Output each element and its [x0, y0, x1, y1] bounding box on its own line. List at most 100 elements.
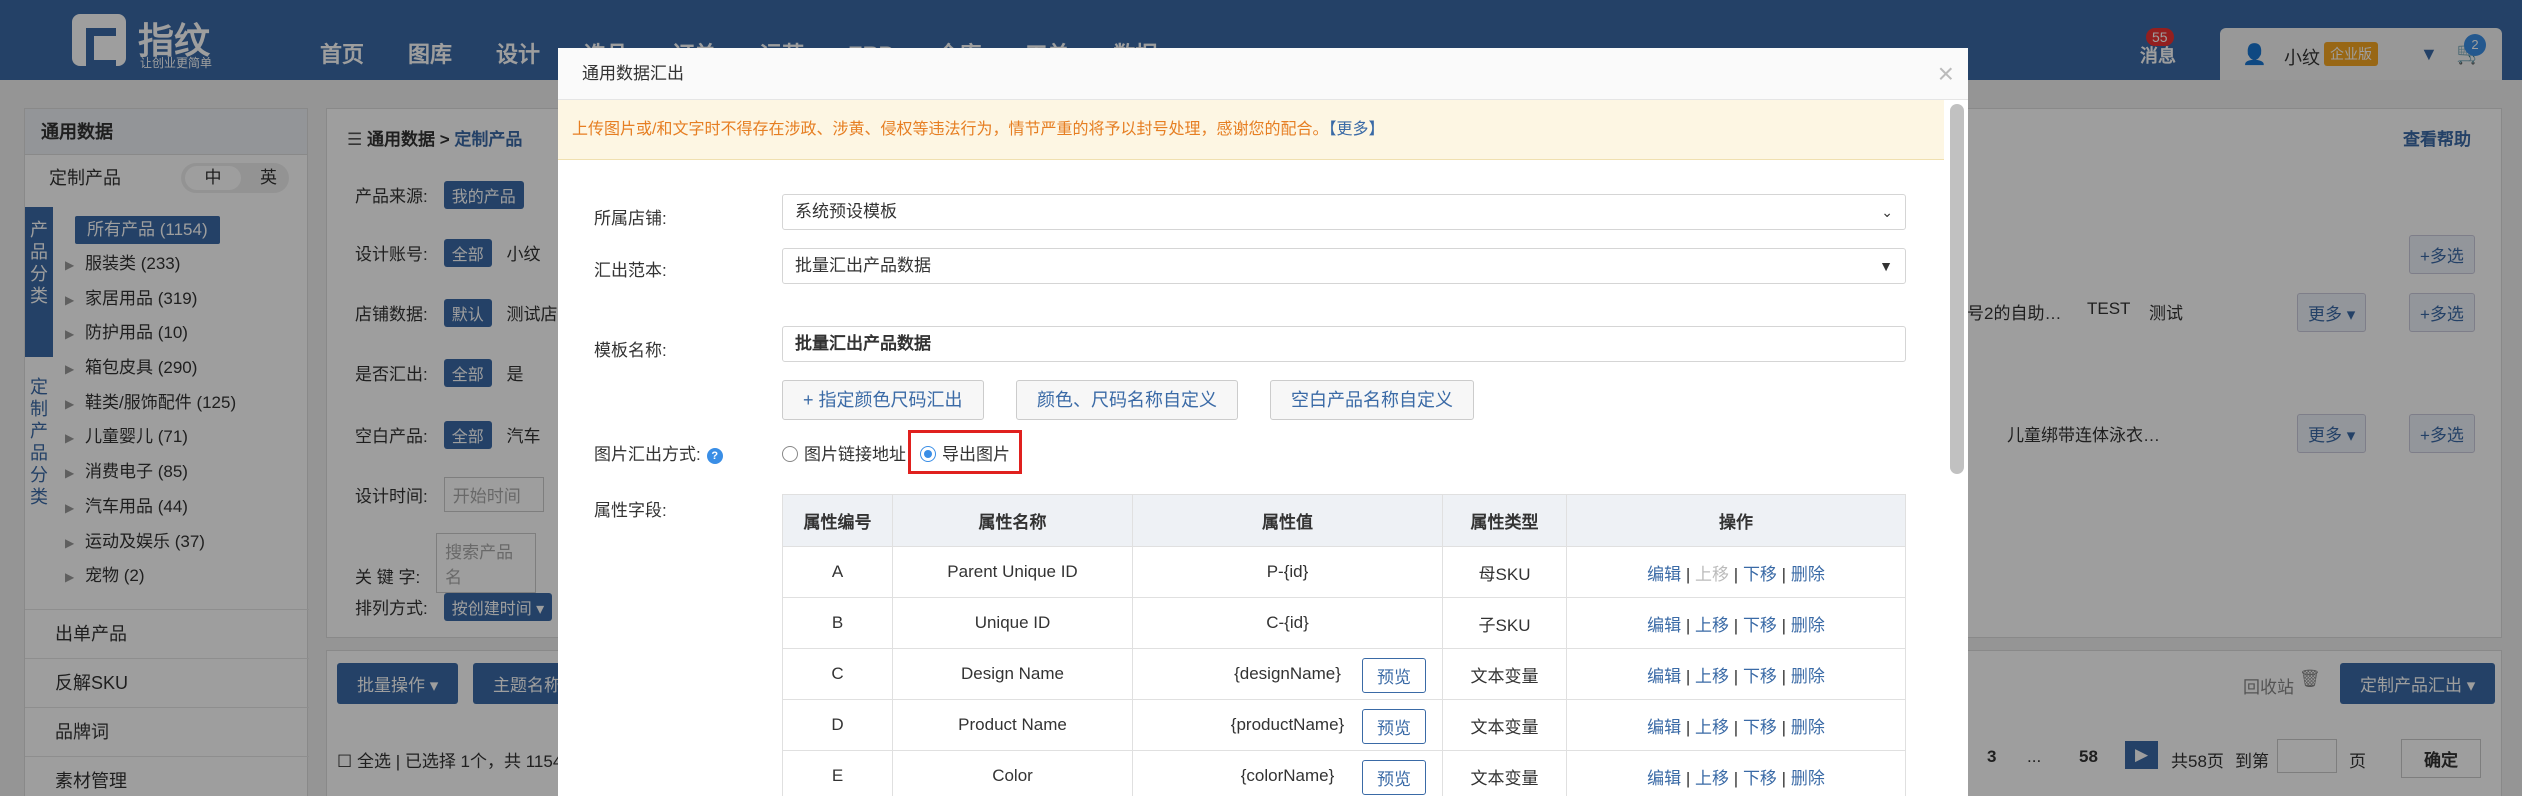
separator: |	[1781, 666, 1787, 686]
edit-link[interactable]: 编辑	[1647, 769, 1681, 788]
separator: |	[1733, 564, 1739, 584]
move-up-link[interactable]: 上移	[1695, 616, 1729, 635]
caret-down-icon: ▼	[1879, 258, 1893, 274]
separator: |	[1685, 666, 1691, 686]
close-icon[interactable]: ×	[1938, 48, 1954, 100]
attr-type: 文本变量	[1442, 750, 1567, 796]
move-down-link[interactable]: 下移	[1743, 718, 1777, 737]
attr-value-text: {colorName}	[1240, 766, 1335, 785]
dialog-title: 通用数据汇出	[582, 64, 684, 83]
attr-type: 母SKU	[1442, 546, 1567, 598]
template-name-label: 模板名称:	[594, 341, 667, 360]
attr-name: Parent Unique ID	[892, 546, 1133, 598]
attr-value: {productName} 预览	[1132, 699, 1443, 751]
specify-color-size-button[interactable]: + 指定颜色尺码汇出	[782, 380, 984, 420]
separator: |	[1733, 717, 1739, 737]
store-select-value: 系统预设模板	[795, 202, 897, 221]
chevron-down-icon: ⌄	[1881, 204, 1893, 220]
separator: |	[1685, 564, 1691, 584]
row-actions: 编辑 | 上移 | 下移 | 删除	[1566, 546, 1906, 598]
separator: |	[1733, 666, 1739, 686]
delete-link[interactable]: 删除	[1791, 616, 1825, 635]
attr-id: E	[782, 750, 893, 796]
preview-button[interactable]: 预览	[1362, 658, 1426, 693]
attr-type: 子SKU	[1442, 597, 1567, 649]
col-header: 属性值	[1132, 494, 1443, 547]
edit-link[interactable]: 编辑	[1647, 565, 1681, 584]
store-label: 所属店铺:	[594, 209, 667, 228]
row-actions: 编辑 | 上移 | 下移 | 删除	[1566, 648, 1906, 700]
attr-type: 文本变量	[1442, 699, 1567, 751]
move-up-link[interactable]: 上移	[1695, 769, 1729, 788]
attr-type: 文本变量	[1442, 648, 1567, 700]
image-export-label: 图片汇出方式:?	[594, 440, 723, 465]
table-row: C Design Name {designName} 预览 文本变量 编辑 | 上…	[782, 648, 1906, 700]
attr-value: {colorName} 预览	[1132, 750, 1443, 796]
attr-value: P-{id}	[1132, 546, 1443, 598]
separator: |	[1733, 615, 1739, 635]
attr-name: Color	[892, 750, 1133, 796]
move-up-link[interactable]: 上移	[1695, 667, 1729, 686]
attr-id: A	[782, 546, 893, 598]
separator: |	[1781, 768, 1787, 788]
preview-button[interactable]: 预览	[1362, 760, 1426, 795]
template-name-input[interactable]: 批量汇出产品数据	[782, 326, 1906, 362]
delete-link[interactable]: 删除	[1791, 565, 1825, 584]
attr-name: Unique ID	[892, 597, 1133, 649]
warning-more-link[interactable]: 【更多】	[1328, 121, 1384, 138]
col-header: 属性名称	[892, 494, 1133, 547]
range-select[interactable]: 批量汇出产品数据 ▼	[782, 248, 1906, 284]
highlight-box	[908, 430, 1022, 474]
separator: |	[1685, 768, 1691, 788]
separator: |	[1781, 615, 1787, 635]
attr-value-text: {productName}	[1230, 715, 1345, 734]
dialog-scrollbar[interactable]	[1950, 104, 1964, 474]
move-down-link[interactable]: 下移	[1743, 769, 1777, 788]
col-header: 操作	[1566, 494, 1906, 547]
edit-link[interactable]: 编辑	[1647, 667, 1681, 686]
separator: |	[1781, 717, 1787, 737]
table-row: E Color {colorName} 预览 文本变量 编辑 | 上移 | 下移 …	[782, 750, 1906, 796]
move-down-link[interactable]: 下移	[1743, 616, 1777, 635]
attr-value-text: C-{id}	[1266, 613, 1309, 632]
table-row: A Parent Unique ID P-{id} 母SKU 编辑 | 上移 |…	[782, 546, 1906, 598]
store-select[interactable]: 系统预设模板 ⌄	[782, 194, 1906, 230]
attr-name: Design Name	[892, 648, 1133, 700]
move-down-link[interactable]: 下移	[1743, 565, 1777, 584]
row-actions: 编辑 | 上移 | 下移 | 删除	[1566, 750, 1906, 796]
delete-link[interactable]: 删除	[1791, 667, 1825, 686]
attr-value: {designName} 预览	[1132, 648, 1443, 700]
radio-icon	[782, 446, 798, 462]
warning-text: 上传图片或/和文字时不得存在涉政、涉黄、侵权等违法行为，情节严重的将予以封号处理…	[572, 121, 1329, 138]
range-select-value: 批量汇出产品数据	[795, 256, 931, 275]
range-label: 汇出范本:	[594, 261, 667, 280]
export-dialog: 通用数据汇出 × 上传图片或/和文字时不得存在涉政、涉黄、侵权等违法行为，情节严…	[558, 48, 1968, 796]
attr-name: Product Name	[892, 699, 1133, 751]
delete-link[interactable]: 删除	[1791, 769, 1825, 788]
move-up-link[interactable]: 上移	[1695, 718, 1729, 737]
table-header-row: 属性编号 属性名称 属性值 属性类型 操作	[782, 494, 1906, 547]
attributes-label: 属性字段:	[594, 501, 667, 520]
preview-button[interactable]: 预览	[1362, 709, 1426, 744]
separator: |	[1781, 564, 1787, 584]
image-export-label-text: 图片汇出方式:	[594, 445, 701, 464]
col-header: 属性编号	[782, 494, 893, 547]
help-icon[interactable]: ?	[706, 448, 723, 464]
move-down-link[interactable]: 下移	[1743, 667, 1777, 686]
separator: |	[1685, 615, 1691, 635]
custom-blank-name-button[interactable]: 空白产品名称自定义	[1270, 380, 1474, 420]
custom-color-size-button[interactable]: 颜色、尺码名称自定义	[1016, 380, 1238, 420]
edit-link[interactable]: 编辑	[1647, 718, 1681, 737]
table-row: B Unique ID C-{id} 子SKU 编辑 | 上移 | 下移 | 删…	[782, 597, 1906, 649]
attr-id: C	[782, 648, 893, 700]
warning-banner: 上传图片或/和文字时不得存在涉政、涉黄、侵权等违法行为，情节严重的将予以封号处理…	[558, 100, 1944, 160]
attr-value-text: P-{id}	[1266, 562, 1309, 581]
table-row: D Product Name {productName} 预览 文本变量 编辑 |…	[782, 699, 1906, 751]
delete-link[interactable]: 删除	[1791, 718, 1825, 737]
radio-image-link[interactable]: 图片链接地址	[782, 440, 906, 465]
separator: |	[1685, 717, 1691, 737]
edit-link[interactable]: 编辑	[1647, 616, 1681, 635]
attributes-table: 属性编号 属性名称 属性值 属性类型 操作 A Parent Unique ID…	[782, 494, 1906, 796]
attr-value-text: {designName}	[1234, 664, 1341, 683]
move-up-link: 上移	[1695, 564, 1730, 584]
